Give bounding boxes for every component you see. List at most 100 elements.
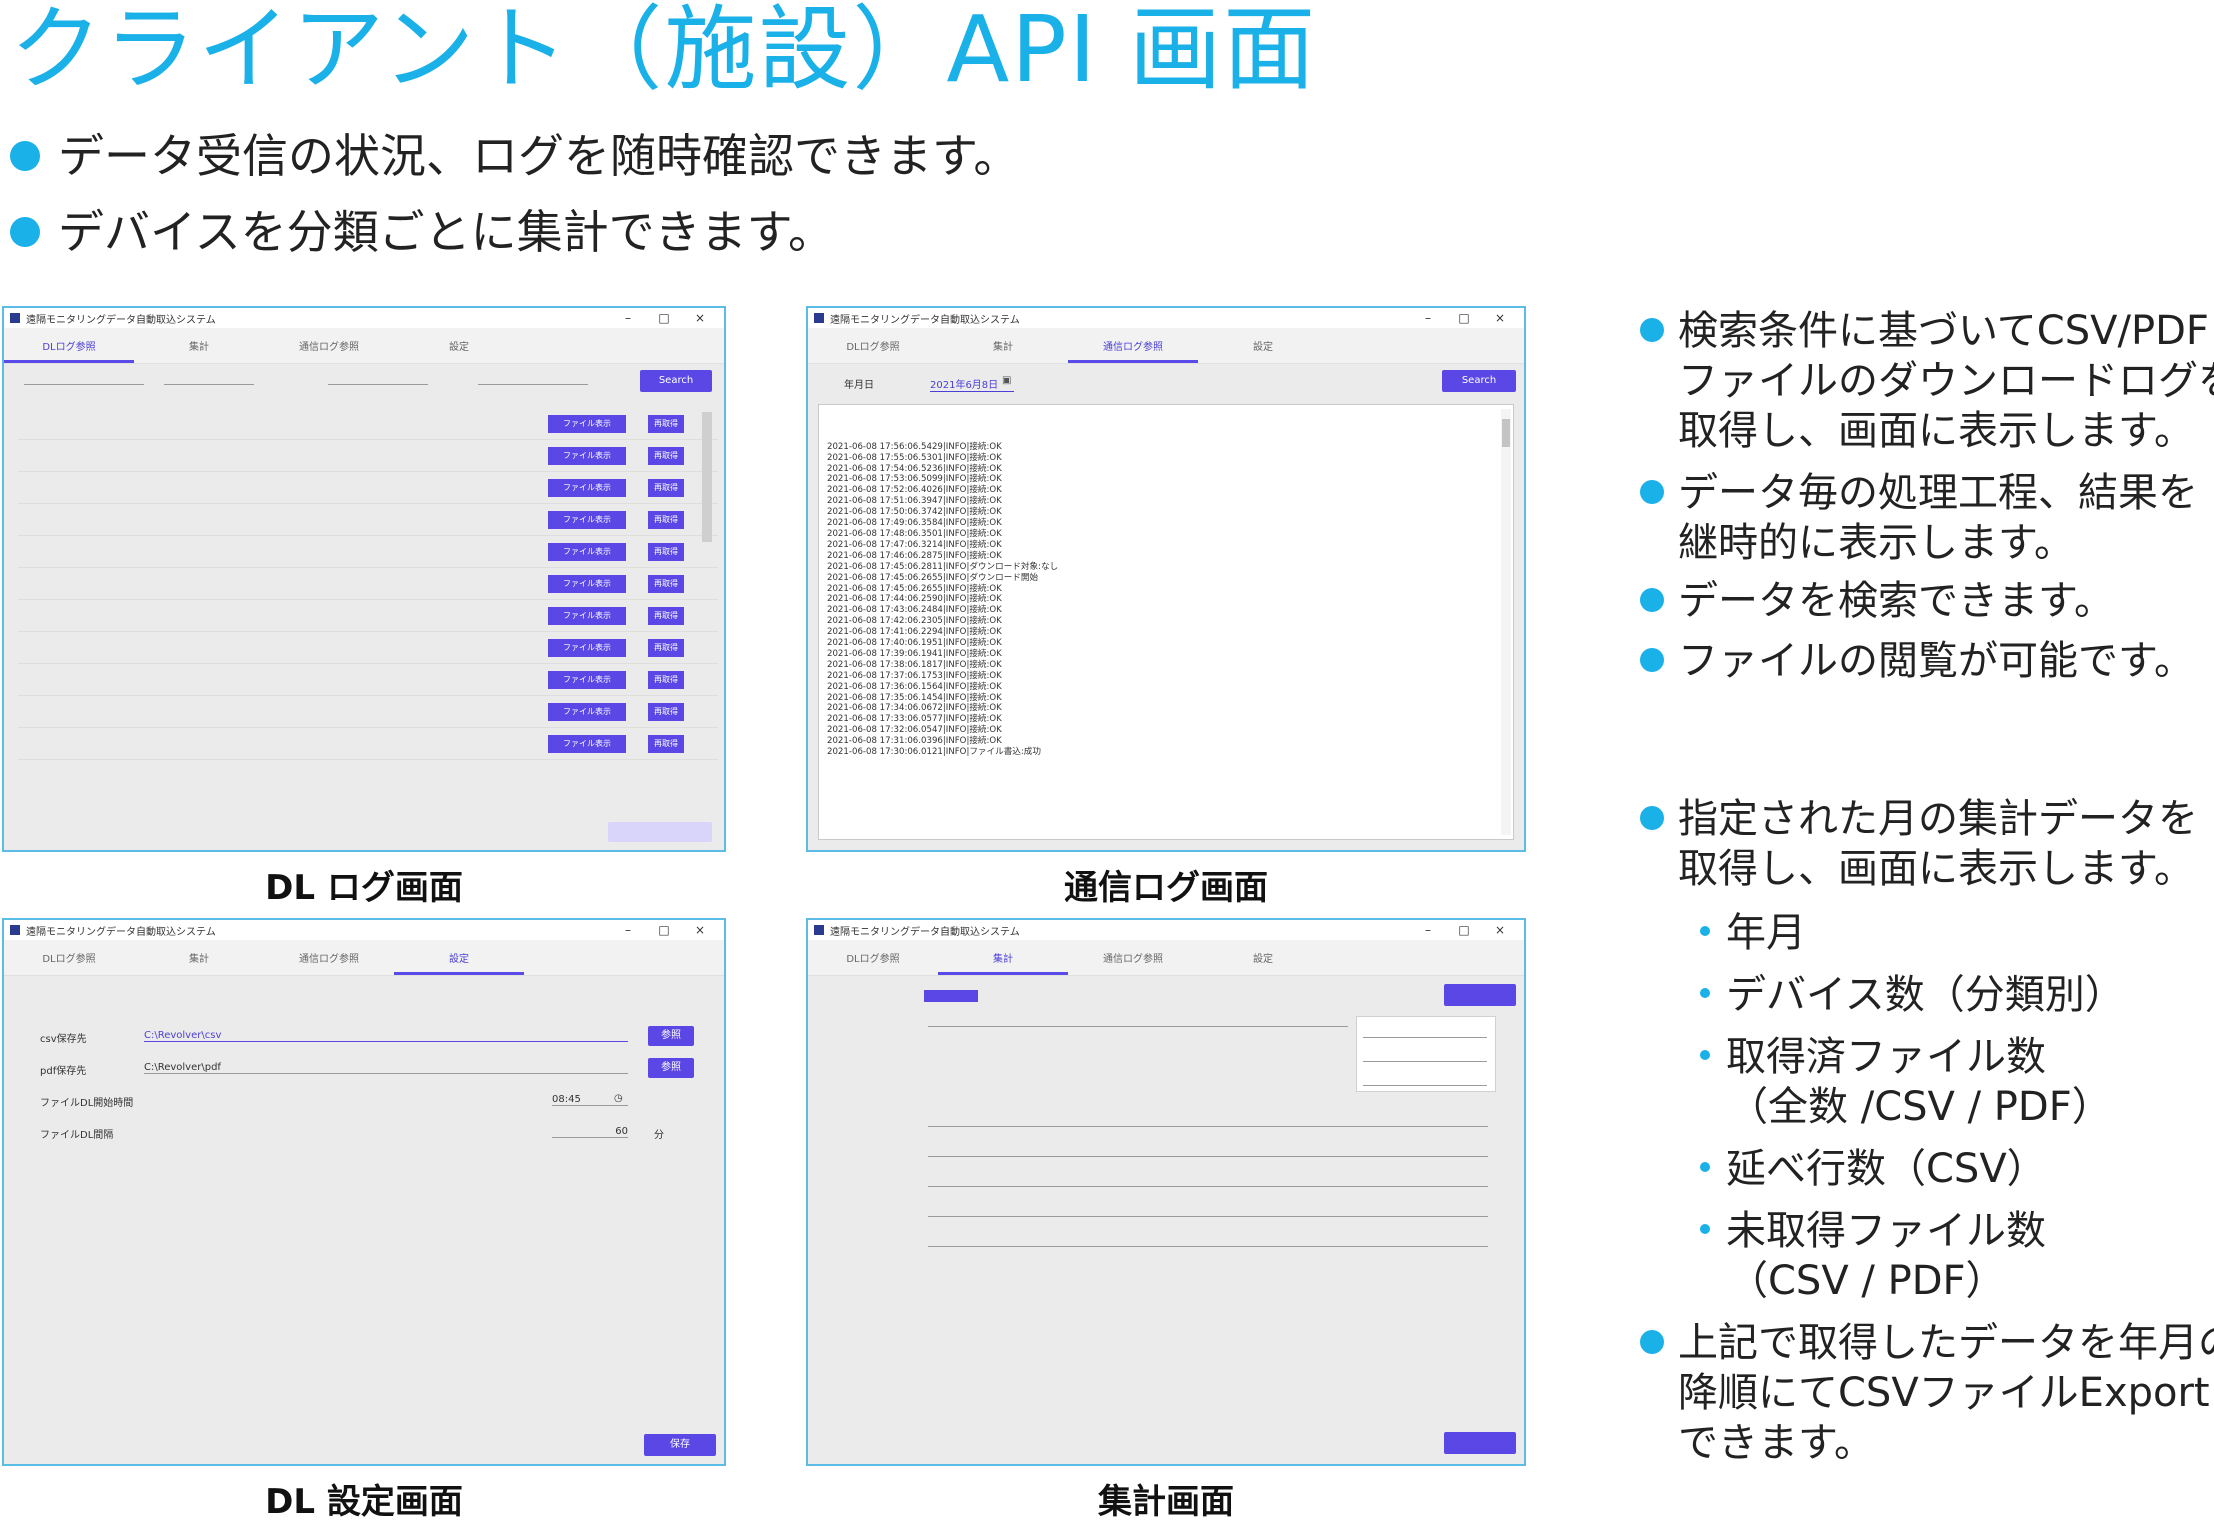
tab-settings[interactable]: 設定 bbox=[1198, 950, 1328, 975]
date-to-field[interactable] bbox=[164, 384, 254, 385]
minimize-icon[interactable]: – bbox=[610, 311, 646, 325]
log-text-area[interactable]: 2021-06-08 17:56:06.5429|INFO|接続:OK 2021-… bbox=[818, 404, 1514, 840]
refetch-button[interactable]: 再取得 bbox=[648, 511, 684, 529]
minimize-icon[interactable]: – bbox=[610, 923, 646, 937]
refetch-button[interactable]: 再取得 bbox=[648, 479, 684, 497]
file-view-button[interactable]: ファイル表示 bbox=[548, 415, 626, 433]
log-line: 2021-06-08 17:50:06.3742|INFO|接続:OK bbox=[827, 507, 1002, 518]
log-line: 2021-06-08 17:46:06.2875|INFO|接続:OK bbox=[827, 550, 1002, 561]
interval-unit: 分 bbox=[654, 1130, 664, 1141]
tab-dl-log[interactable]: DLログ参照 bbox=[808, 338, 938, 363]
file-view-button[interactable]: ファイル表示 bbox=[548, 671, 626, 689]
refetch-button[interactable]: 再取得 bbox=[648, 607, 684, 625]
table-row: ファイル表示 再取得 bbox=[18, 408, 718, 440]
pdf-path-input[interactable]: C:\Revolver\pdf bbox=[144, 1062, 628, 1074]
status-select[interactable] bbox=[478, 384, 588, 385]
close-icon[interactable]: × bbox=[682, 311, 718, 325]
caption-comm-log: 通信ログ画面 bbox=[1064, 868, 1268, 908]
maximize-icon[interactable]: □ bbox=[646, 923, 682, 937]
scrollbar[interactable] bbox=[702, 412, 712, 542]
refetch-button[interactable]: 再取得 bbox=[648, 447, 684, 465]
csv-path-input[interactable]: C:\Revolver\csv bbox=[144, 1030, 628, 1042]
csv-path-label: csv保存先 bbox=[40, 1034, 87, 1045]
refetch-button[interactable]: 再取得 bbox=[648, 543, 684, 561]
file-view-button[interactable]: ファイル表示 bbox=[548, 607, 626, 625]
tab-settings[interactable]: 設定 bbox=[1198, 338, 1328, 363]
minimize-icon[interactable]: – bbox=[1410, 311, 1446, 325]
close-icon[interactable]: × bbox=[1482, 923, 1518, 937]
file-view-button[interactable]: ファイル表示 bbox=[548, 543, 626, 561]
log-line: 2021-06-08 17:55:06.5301|INFO|接続:OK bbox=[827, 452, 1002, 463]
feature-bullet: データを検索できます。 bbox=[1640, 576, 2214, 626]
tab-dl-log[interactable]: DLログ参照 bbox=[4, 338, 134, 363]
tab-comm-log[interactable]: 通信ログ参照 bbox=[1068, 338, 1198, 363]
tab-dl-log[interactable]: DLログ参照 bbox=[808, 950, 938, 975]
refetch-button[interactable]: 再取得 bbox=[648, 703, 684, 721]
close-icon[interactable]: × bbox=[1482, 311, 1518, 325]
date-from-field[interactable] bbox=[24, 384, 144, 385]
maximize-icon[interactable]: □ bbox=[646, 311, 682, 325]
summary-field-line bbox=[928, 1216, 1488, 1217]
filter-select[interactable] bbox=[328, 384, 428, 385]
intro-line: データ受信の状況、ログを随時確認できます。 bbox=[10, 126, 1510, 186]
caption-summary: 集計画面 bbox=[1098, 1482, 1234, 1522]
month-select[interactable] bbox=[924, 990, 978, 1002]
csv-export-button[interactable] bbox=[1444, 1432, 1516, 1454]
log-line: 2021-06-08 17:34:06.0672|INFO|接続:OK bbox=[827, 703, 1002, 714]
file-view-button[interactable]: ファイル表示 bbox=[548, 447, 626, 465]
tab-comm-log[interactable]: 通信ログ参照 bbox=[264, 950, 394, 975]
tab-summary[interactable]: 集計 bbox=[938, 950, 1068, 975]
tab-comm-log[interactable]: 通信ログ参照 bbox=[264, 338, 394, 363]
bullet-icon bbox=[1640, 806, 1664, 830]
tab-settings[interactable]: 設定 bbox=[394, 950, 524, 975]
tab-comm-log[interactable]: 通信ログ参照 bbox=[1068, 950, 1198, 975]
browse-csv-button[interactable]: 参照 bbox=[648, 1026, 694, 1046]
search-button[interactable]: Search bbox=[640, 370, 712, 392]
tab-summary[interactable]: 集計 bbox=[134, 950, 264, 975]
search-button[interactable]: Search bbox=[1442, 370, 1516, 392]
settings-body: csv保存先 C:\Revolver\csv 参照 pdf保存先 C:\Revo… bbox=[4, 976, 724, 1464]
calendar-icon[interactable]: ▣ bbox=[1002, 375, 1011, 386]
scroll-thumb[interactable] bbox=[1502, 419, 1510, 447]
file-view-button[interactable]: ファイル表示 bbox=[548, 639, 626, 657]
file-view-button[interactable]: ファイル表示 bbox=[548, 511, 626, 529]
tab-dl-log[interactable]: DLログ参照 bbox=[4, 950, 134, 975]
sub-bullet: デバイス数（分類別） bbox=[1700, 970, 2214, 1020]
intro-line: デバイスを分類ごとに集計できます。 bbox=[10, 202, 1510, 262]
save-button[interactable]: 保存 bbox=[644, 1434, 716, 1456]
clock-icon[interactable]: ◷ bbox=[614, 1093, 623, 1104]
tab-bar: DLログ参照 集計 通信ログ参照 設定 bbox=[808, 940, 1524, 976]
refetch-button[interactable]: 再取得 bbox=[648, 671, 684, 689]
sub-bullet-icon bbox=[1700, 988, 1710, 998]
interval-input[interactable]: 60 bbox=[552, 1126, 628, 1138]
maximize-icon[interactable]: □ bbox=[1446, 923, 1482, 937]
tab-summary[interactable]: 集計 bbox=[938, 338, 1068, 363]
sub-bullet: 取得済ファイル数 （全数 /CSV / PDF） bbox=[1700, 1032, 2214, 1132]
file-view-button[interactable]: ファイル表示 bbox=[548, 735, 626, 753]
refetch-button[interactable]: 再取得 bbox=[648, 639, 684, 657]
summary-field-line bbox=[928, 1246, 1488, 1247]
minimize-icon[interactable]: – bbox=[1410, 923, 1446, 937]
table-row: ファイル表示 再取得 bbox=[18, 504, 718, 536]
log-line: 2021-06-08 17:53:06.5099|INFO|接続:OK bbox=[827, 474, 1002, 485]
refetch-button[interactable]: 再取得 bbox=[648, 735, 684, 753]
tab-settings[interactable]: 設定 bbox=[394, 338, 524, 363]
file-view-button[interactable]: ファイル表示 bbox=[548, 479, 626, 497]
maximize-icon[interactable]: □ bbox=[1446, 311, 1482, 325]
refetch-button[interactable]: 再取得 bbox=[648, 575, 684, 593]
table-row: ファイル表示 再取得 bbox=[18, 600, 718, 632]
close-icon[interactable]: × bbox=[682, 923, 718, 937]
search-button[interactable] bbox=[1444, 984, 1516, 1006]
tab-summary[interactable]: 集計 bbox=[134, 338, 264, 363]
interval-label: ファイルDL間隔 bbox=[40, 1130, 114, 1141]
export-button[interactable] bbox=[608, 822, 712, 842]
file-view-button[interactable]: ファイル表示 bbox=[548, 575, 626, 593]
device-category-box bbox=[1356, 1016, 1496, 1092]
refetch-button[interactable]: 再取得 bbox=[648, 415, 684, 433]
app-icon bbox=[814, 925, 824, 935]
browse-pdf-button[interactable]: 参照 bbox=[648, 1058, 694, 1078]
bullet-icon bbox=[1640, 480, 1664, 504]
scrollbar[interactable] bbox=[1501, 409, 1511, 835]
sub-bullet: 未取得ファイル数 （CSV / PDF） bbox=[1700, 1206, 2214, 1306]
file-view-button[interactable]: ファイル表示 bbox=[548, 703, 626, 721]
